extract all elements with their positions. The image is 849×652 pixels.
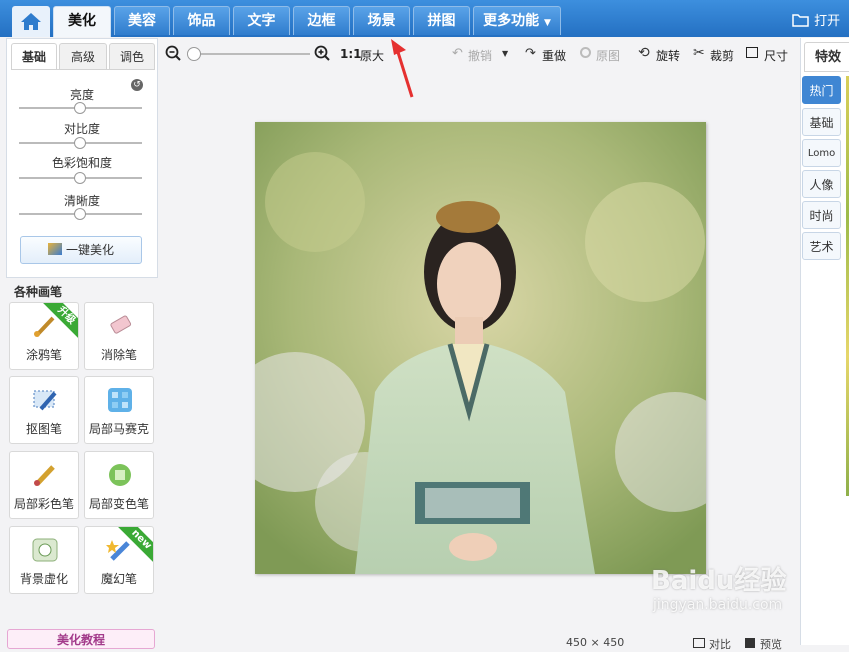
- home-icon: [21, 13, 41, 30]
- redo-button[interactable]: 重做: [542, 47, 566, 64]
- eraser-icon: [110, 315, 132, 334]
- doodle-brush[interactable]: 升级 涂鸦笔: [9, 302, 79, 370]
- eraser-brush[interactable]: 消除笔: [84, 302, 154, 370]
- eraser-brush-label: 消除笔: [100, 348, 137, 362]
- tab-collage[interactable]: 拼图: [413, 6, 470, 35]
- tab-beautify[interactable]: 美化: [53, 6, 111, 37]
- tab-beauty[interactable]: 美容: [114, 6, 170, 35]
- effects-title[interactable]: 特效: [804, 42, 849, 72]
- image-dimensions: 450 × 450: [566, 636, 625, 649]
- zoom-in-icon[interactable]: [314, 45, 330, 61]
- adjust-panel: 基础 高级 调色 ↺ 亮度 对比度 色彩饱和度 清晰度 一键美化: [6, 38, 158, 278]
- background-blur-label: 背景虚化: [19, 572, 68, 586]
- effect-tab-portrait[interactable]: 人像: [802, 170, 841, 198]
- tab-border[interactable]: 边框: [293, 6, 350, 35]
- watermark-brand: Baidu经验: [651, 566, 787, 596]
- tab-text[interactable]: 文字: [233, 6, 290, 35]
- sharpness-label: 清晰度: [63, 194, 100, 208]
- preview-icon: [745, 638, 755, 648]
- color-brush[interactable]: 局部彩色笔: [9, 451, 79, 519]
- top-nav-bar: 美化 美容 饰品 文字 边框 场景 拼图 更多功能 ▼ 打开: [0, 0, 849, 37]
- brush-section-title: 各种画笔: [14, 285, 63, 299]
- home-tab[interactable]: [12, 6, 50, 37]
- paint-bucket-icon: [109, 464, 131, 486]
- crop-icon: ✂: [693, 45, 705, 61]
- brightness-slider-knob[interactable]: [74, 102, 86, 114]
- folder-icon: [792, 14, 809, 27]
- crop-button[interactable]: 裁剪: [710, 47, 734, 64]
- annotation-arrow: [391, 39, 414, 98]
- cutout-brush[interactable]: 抠图笔: [9, 376, 79, 444]
- portrait-photo: [255, 122, 706, 574]
- tab-more-label: 更多功能: [483, 13, 540, 29]
- resize-icon: [746, 47, 758, 58]
- subtab-basic[interactable]: 基础: [11, 43, 57, 70]
- blur-icon: [32, 538, 58, 562]
- original-icon: [580, 47, 591, 58]
- compare-icon: [693, 638, 705, 648]
- zoom-slider-knob[interactable]: [187, 47, 201, 61]
- cutout-pen-icon: [33, 390, 57, 411]
- background-blur-brush[interactable]: 背景虚化: [9, 526, 79, 594]
- effects-panel: 特效 热门 基础 Lomo 人像 时尚 艺术: [800, 38, 849, 645]
- watermark-url: jingyan.baidu.com: [653, 597, 783, 613]
- open-label: 打开: [814, 14, 841, 29]
- tab-more-features[interactable]: 更多功能 ▼: [473, 6, 561, 35]
- effect-tab-art[interactable]: 艺术: [802, 232, 841, 260]
- magic-brush-icon: [47, 243, 62, 255]
- subtab-advanced[interactable]: 高级: [59, 43, 107, 70]
- magic-brush[interactable]: new 魔幻笔: [84, 526, 154, 594]
- saturation-slider-knob[interactable]: [74, 172, 86, 184]
- effect-tab-lomo[interactable]: Lomo: [802, 139, 841, 167]
- magic-brush-label: 魔幻笔: [100, 572, 137, 586]
- chevron-down-icon: ▼: [543, 18, 551, 28]
- original-size-button[interactable]: 原大: [360, 47, 384, 64]
- original-button[interactable]: 原图: [596, 47, 620, 64]
- rotate-button[interactable]: 旋转: [656, 47, 680, 64]
- undo-icon: ↶: [452, 46, 463, 61]
- recolor-brush-label: 局部变色笔: [88, 497, 149, 511]
- paintbrush-icon: [34, 465, 55, 486]
- one-key-beautify-button[interactable]: 一键美化: [20, 236, 142, 264]
- zoom-out-icon[interactable]: [165, 45, 181, 61]
- effect-tab-basic[interactable]: 基础: [802, 108, 841, 136]
- effect-tab-fashion[interactable]: 时尚: [802, 201, 841, 229]
- mosaic-brush-label: 局部马赛克: [88, 422, 149, 436]
- undo-button[interactable]: 撤销: [468, 47, 492, 64]
- photo-canvas[interactable]: [255, 122, 706, 574]
- mosaic-brush[interactable]: 局部马赛克: [84, 376, 154, 444]
- brightness-label: 亮度: [69, 88, 94, 102]
- magic-wand-icon: [106, 540, 130, 561]
- subtab-color[interactable]: 调色: [109, 43, 155, 70]
- one-key-label: 一键美化: [65, 243, 114, 257]
- contrast-label: 对比度: [63, 122, 100, 136]
- compare-button[interactable]: 对比: [709, 636, 731, 652]
- brush-icon: [34, 316, 55, 337]
- doodle-brush-label: 涂鸦笔: [25, 348, 62, 362]
- sharpness-slider-knob[interactable]: [74, 208, 86, 220]
- baidu-jingyan-watermark: Baidu经验 jingyan.baidu.com: [651, 560, 786, 613]
- toolbar: 1:1 原大 ↶ 撤销 ▼ ↷ 重做 原图 ⟲ 旋转 ✂ 裁剪 尺寸: [160, 37, 800, 71]
- color-brush-label: 局部彩色笔: [13, 497, 74, 511]
- undo-dropdown-icon[interactable]: ▼: [502, 49, 508, 58]
- size-button[interactable]: 尺寸: [764, 47, 788, 64]
- zoom-slider-track[interactable]: [190, 53, 310, 55]
- cutout-brush-label: 抠图笔: [25, 422, 62, 436]
- tab-scene[interactable]: 场景: [353, 6, 410, 35]
- saturation-label: 色彩饱和度: [51, 156, 112, 170]
- beautify-tutorial-button[interactable]: 美化教程: [7, 629, 155, 649]
- mosaic-icon: [108, 388, 132, 412]
- zoom-ratio[interactable]: 1:1: [340, 47, 362, 61]
- recolor-brush[interactable]: 局部变色笔: [84, 451, 154, 519]
- tab-accessories[interactable]: 饰品: [173, 6, 230, 35]
- preview-button[interactable]: 预览: [760, 636, 782, 652]
- redo-icon: ↷: [525, 46, 536, 61]
- open-button[interactable]: 打开: [792, 10, 840, 29]
- effect-tab-hot[interactable]: 热门: [802, 76, 841, 104]
- contrast-slider-knob[interactable]: [74, 137, 86, 149]
- rotate-icon: ⟲: [638, 45, 650, 61]
